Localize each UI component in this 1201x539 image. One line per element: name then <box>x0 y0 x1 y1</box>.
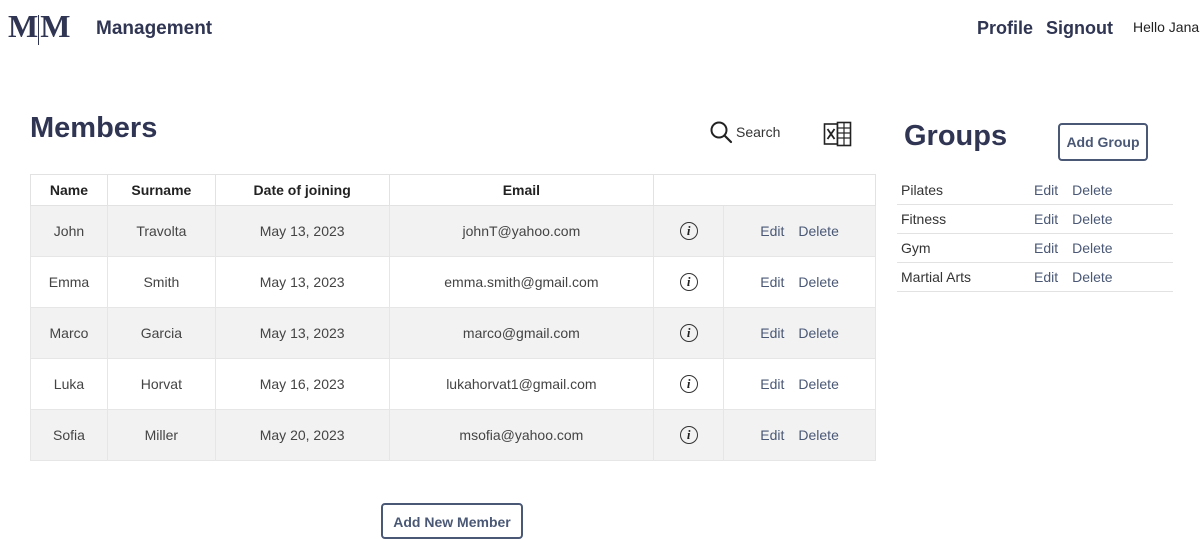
edit-button[interactable]: Edit <box>760 223 784 239</box>
delete-button[interactable]: Delete <box>798 274 838 290</box>
group-name: Martial Arts <box>901 269 972 285</box>
cell-info: i <box>653 409 725 461</box>
cell-name: Emma <box>30 256 108 308</box>
list-item: Gym Edit Delete <box>897 234 1173 263</box>
delete-button[interactable]: Delete <box>798 376 838 392</box>
edit-button[interactable]: Edit <box>760 427 784 443</box>
cell-surname: Garcia <box>106 307 216 359</box>
cell-actions: Edit Delete <box>723 358 876 410</box>
column-header-actions <box>653 174 876 206</box>
group-name: Pilates <box>901 182 944 198</box>
table-header-row: Name Surname Date of joining Email <box>30 174 876 206</box>
cell-surname: Smith <box>106 256 216 308</box>
delete-button[interactable]: Delete <box>798 223 838 239</box>
cell-surname: Horvat <box>106 358 216 410</box>
list-item: Martial Arts Edit Delete <box>897 263 1173 292</box>
cell-date: May 20, 2023 <box>214 409 390 461</box>
info-icon[interactable]: i <box>679 324 698 342</box>
cell-info: i <box>653 205 725 257</box>
add-new-member-button[interactable]: Add New Member <box>381 503 523 539</box>
table-row: Luka Horvat May 16, 2023 lukahorvat1@gma… <box>30 358 876 410</box>
cell-email: emma.smith@gmail.com <box>388 256 655 308</box>
delete-button[interactable]: Delete <box>798 427 838 443</box>
cell-email: johnT@yahoo.com <box>388 205 655 257</box>
cell-date: May 13, 2023 <box>214 205 390 257</box>
cell-date: May 13, 2023 <box>214 307 390 359</box>
brand-name: Management <box>96 18 213 39</box>
group-name: Gym <box>901 240 931 256</box>
groups-title: Groups <box>904 120 1008 152</box>
cell-actions: Edit Delete <box>723 256 876 308</box>
cell-name: Luka <box>30 358 108 410</box>
cell-email: marco@gmail.com <box>388 307 655 359</box>
column-header-name: Name <box>30 174 108 206</box>
cell-surname: Travolta <box>106 205 216 257</box>
groups-list: Pilates Edit Delete Fitness Edit Delete … <box>897 176 1173 292</box>
edit-button[interactable]: Edit <box>760 325 784 341</box>
search-label: Search <box>736 124 781 140</box>
cell-name: Marco <box>30 307 108 359</box>
edit-group-button[interactable]: Edit <box>1034 240 1058 256</box>
cell-surname: Miller <box>106 409 216 461</box>
user-greeting: Hello Jana <box>1133 19 1200 35</box>
table-row: John Travolta May 13, 2023 johnT@yahoo.c… <box>30 205 876 257</box>
signout-link[interactable]: Signout <box>1046 18 1113 39</box>
delete-button[interactable]: Delete <box>798 325 838 341</box>
excel-export-button[interactable] <box>823 121 853 152</box>
cell-date: May 13, 2023 <box>214 256 390 308</box>
edit-group-button[interactable]: Edit <box>1034 182 1058 198</box>
cell-date: May 16, 2023 <box>214 358 390 410</box>
list-item: Pilates Edit Delete <box>897 176 1173 205</box>
search-button[interactable]: Search <box>709 120 780 144</box>
cell-email: msofia@yahoo.com <box>388 409 655 461</box>
members-title: Members <box>30 112 158 144</box>
table-row: Sofia Miller May 20, 2023 msofia@yahoo.c… <box>30 409 876 461</box>
cell-name: Sofia <box>30 409 108 461</box>
edit-group-button[interactable]: Edit <box>1034 211 1058 227</box>
excel-export-icon <box>823 121 852 147</box>
edit-button[interactable]: Edit <box>760 274 784 290</box>
info-icon[interactable]: i <box>679 222 698 240</box>
column-header-date: Date of joining <box>214 174 390 206</box>
column-header-surname: Surname <box>106 174 216 206</box>
cell-info: i <box>653 307 725 359</box>
table-row: Marco Garcia May 13, 2023 marco@gmail.co… <box>30 307 876 359</box>
cell-email: lukahorvat1@gmail.com <box>388 358 655 410</box>
cell-info: i <box>653 358 725 410</box>
profile-link[interactable]: Profile <box>977 18 1033 39</box>
cell-name: John <box>30 205 108 257</box>
delete-group-button[interactable]: Delete <box>1072 182 1112 198</box>
list-item: Fitness Edit Delete <box>897 205 1173 234</box>
cell-actions: Edit Delete <box>723 205 876 257</box>
members-table: Name Surname Date of joining Email John … <box>30 174 876 461</box>
logo: MM <box>8 8 70 45</box>
cell-actions: Edit Delete <box>723 307 876 359</box>
edit-button[interactable]: Edit <box>760 376 784 392</box>
search-icon <box>710 121 733 144</box>
info-icon[interactable]: i <box>679 426 698 444</box>
add-group-button[interactable]: Add Group <box>1058 123 1148 161</box>
delete-group-button[interactable]: Delete <box>1072 269 1112 285</box>
delete-group-button[interactable]: Delete <box>1072 240 1112 256</box>
cell-actions: Edit Delete <box>723 409 876 461</box>
table-row: Emma Smith May 13, 2023 emma.smith@gmail… <box>30 256 876 308</box>
column-header-email: Email <box>388 174 655 206</box>
edit-group-button[interactable]: Edit <box>1034 269 1058 285</box>
info-icon[interactable]: i <box>679 273 698 291</box>
group-name: Fitness <box>901 211 947 227</box>
info-icon[interactable]: i <box>679 375 698 393</box>
cell-info: i <box>653 256 725 308</box>
delete-group-button[interactable]: Delete <box>1072 211 1112 227</box>
